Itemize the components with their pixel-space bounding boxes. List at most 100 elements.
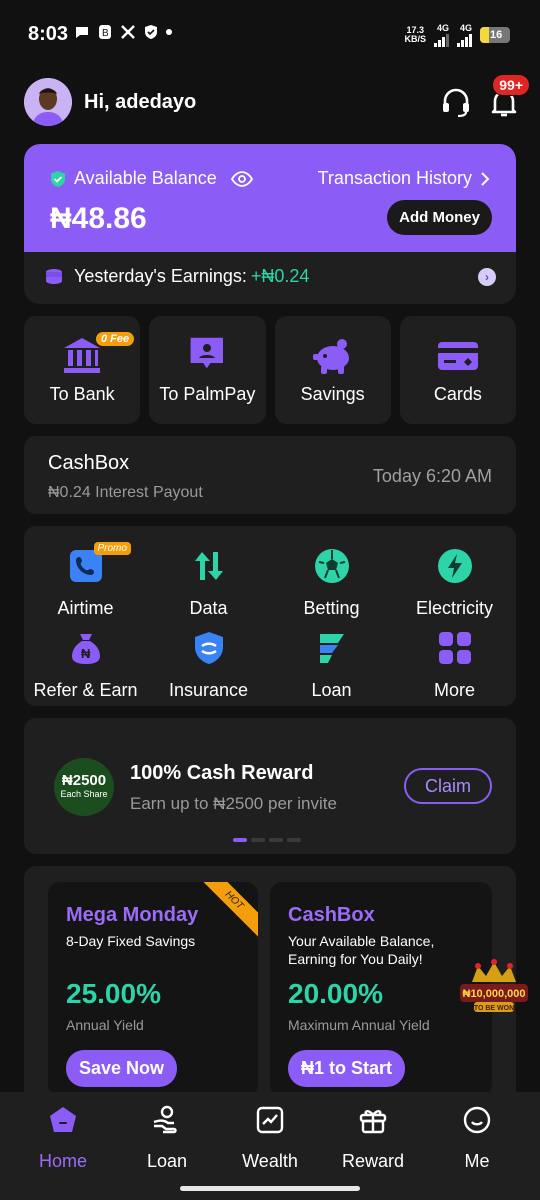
greeting: Hi, adedayo (84, 91, 197, 113)
gift-icon (359, 1110, 387, 1134)
service-electricity[interactable]: Electricity (393, 548, 516, 619)
service-loan[interactable]: Loan (270, 630, 393, 701)
earnings-value: +₦0.24 (250, 266, 310, 286)
zero-fee-tag: 0 Fee (96, 332, 135, 346)
shield-check-icon (145, 25, 157, 39)
nav-loan[interactable]: Loan (122, 1104, 212, 1172)
message-icon (76, 27, 88, 38)
carousel-dots (233, 838, 301, 842)
cashbox-title: CashBox (48, 452, 130, 474)
signal-bars-icon (457, 33, 472, 47)
earnings-label: Yesterday's Earnings: (74, 266, 247, 286)
user-chat-icon (190, 337, 224, 369)
grid-icon (438, 632, 471, 664)
save-now-button[interactable]: Save Now (66, 1050, 178, 1087)
balance-amount: ₦48.86 (50, 202, 147, 235)
notifications-button[interactable]: 99+ (486, 74, 530, 120)
dot-icon (166, 29, 172, 35)
network-speed: 17.3 KB/S (404, 25, 426, 44)
balance-card: Available Balance Transaction History ₦4… (24, 144, 516, 304)
trophy-crown-icon: ₦10,000,000 TO BE WON (460, 959, 528, 1012)
notification-badge: 99+ (492, 74, 530, 96)
card-icon (437, 342, 478, 370)
signal-2: 4G (457, 23, 472, 47)
svg-text:B: B (102, 28, 109, 39)
chevron-right-icon (481, 171, 490, 186)
balance-panel: Available Balance Transaction History ₦4… (24, 144, 516, 252)
chevron-right-circle-icon: › (478, 268, 496, 286)
service-data[interactable]: Data (147, 548, 270, 619)
app-b-icon: B (99, 25, 111, 39)
quick-actions: 0 Fee To Bank To PalmPay Savings Cards (24, 316, 516, 424)
chart-icon (256, 1106, 284, 1134)
prize-floating-badge[interactable]: ₦10,000,000 TO BE WON (458, 958, 530, 1020)
claim-button[interactable]: Claim (404, 768, 492, 804)
customer-support-button[interactable] (438, 84, 474, 120)
lightning-icon (437, 549, 472, 583)
transaction-history-link[interactable]: Transaction History (318, 168, 490, 189)
status-bar: 8:03 B 17.3 KB/S 4G 4G 16 (0, 0, 540, 66)
shield-check-icon (51, 170, 65, 187)
quick-action-to-bank[interactable]: 0 Fee To Bank (24, 316, 141, 424)
nav-wealth[interactable]: Wealth (225, 1104, 315, 1172)
avatar[interactable] (24, 78, 72, 126)
svg-text:₦: ₦ (81, 646, 91, 661)
nav-reward[interactable]: Reward (328, 1104, 418, 1172)
avatar-image (24, 78, 72, 126)
service-more[interactable]: More (393, 630, 516, 701)
service-insurance[interactable]: Insurance (147, 630, 270, 701)
carousel-dot (233, 838, 247, 842)
status-notification-icons: B (74, 24, 172, 40)
cashbox-card[interactable]: CashBox ₦0.24 Interest Payout Today 6:20… (24, 436, 516, 514)
start-cashbox-button[interactable]: ₦1 to Start (288, 1050, 406, 1087)
bottom-navigation: Home Loan Wealth Reward Me (0, 1092, 540, 1200)
home-icon (50, 1107, 76, 1132)
shield-icon (194, 632, 223, 664)
coins-icon (46, 268, 62, 284)
eye-icon[interactable] (230, 170, 253, 187)
nav-me[interactable]: Me (432, 1104, 522, 1172)
money-bag-icon: ₦ (71, 634, 100, 664)
savings-products: HOT Mega Monday 8-Day Fixed Savings 25.0… (24, 866, 516, 1096)
carousel-dot (287, 838, 301, 842)
signal-1: 4G (434, 23, 449, 47)
carousel-dot (269, 838, 283, 842)
headset-icon (443, 88, 469, 118)
reward-banner[interactable]: ₦2500 Each Share 100% Cash Reward Earn u… (24, 718, 516, 854)
svg-text:TO BE WON: TO BE WON (474, 1005, 514, 1012)
add-money-button[interactable]: Add Money (387, 200, 492, 235)
signal-bars-icon (434, 33, 449, 47)
service-airtime[interactable]: Promo Airtime (24, 542, 147, 619)
services-grid: Promo Airtime Data Betting Electricity ₦… (24, 526, 516, 706)
battery-icon: 16 (480, 27, 510, 43)
savings-card-mega-monday[interactable]: HOT Mega Monday 8-Day Fixed Savings 25.0… (48, 882, 258, 1096)
header: Hi, adedayo 99+ (24, 74, 530, 126)
carousel-dot (251, 838, 265, 842)
piggy-bank-icon (312, 339, 349, 374)
reward-subtitle: Earn up to ₦2500 per invite (130, 794, 337, 813)
cashbox-subtitle: ₦0.24 Interest Payout (48, 484, 203, 501)
quick-action-savings[interactable]: Savings (274, 316, 391, 424)
balance-label-row: Available Balance (50, 168, 253, 189)
svg-text:₦10,000,000: ₦10,000,000 (463, 988, 526, 1000)
service-refer-earn[interactable]: ₦ Refer & Earn (24, 630, 147, 701)
status-system-icons: 17.3 KB/S 4G 4G 16 (404, 23, 510, 47)
reward-coin-badge: ₦2500 Each Share (54, 758, 114, 816)
reward-title: 100% Cash Reward (130, 762, 314, 784)
data-arrows-icon (194, 552, 223, 580)
nav-home[interactable]: Home (18, 1104, 108, 1172)
loan-icon (319, 634, 344, 663)
x-logo-icon (121, 25, 135, 39)
home-indicator[interactable] (180, 1186, 360, 1191)
quick-action-to-palmpay[interactable]: To PalmPay (149, 316, 266, 424)
smile-icon (463, 1106, 491, 1134)
balance-label: Available Balance (74, 168, 217, 188)
status-time: 8:03 (28, 23, 69, 45)
soccer-ball-icon (314, 549, 349, 583)
service-betting[interactable]: Betting (270, 548, 393, 619)
promo-tag: Promo (93, 542, 131, 555)
yesterday-earnings-row[interactable]: Yesterday's Earnings: +₦0.24 › (44, 266, 496, 287)
loan-hand-icon (153, 1105, 177, 1134)
quick-action-cards[interactable]: Cards (399, 316, 516, 424)
cashbox-time: Today 6:20 AM (372, 466, 492, 486)
